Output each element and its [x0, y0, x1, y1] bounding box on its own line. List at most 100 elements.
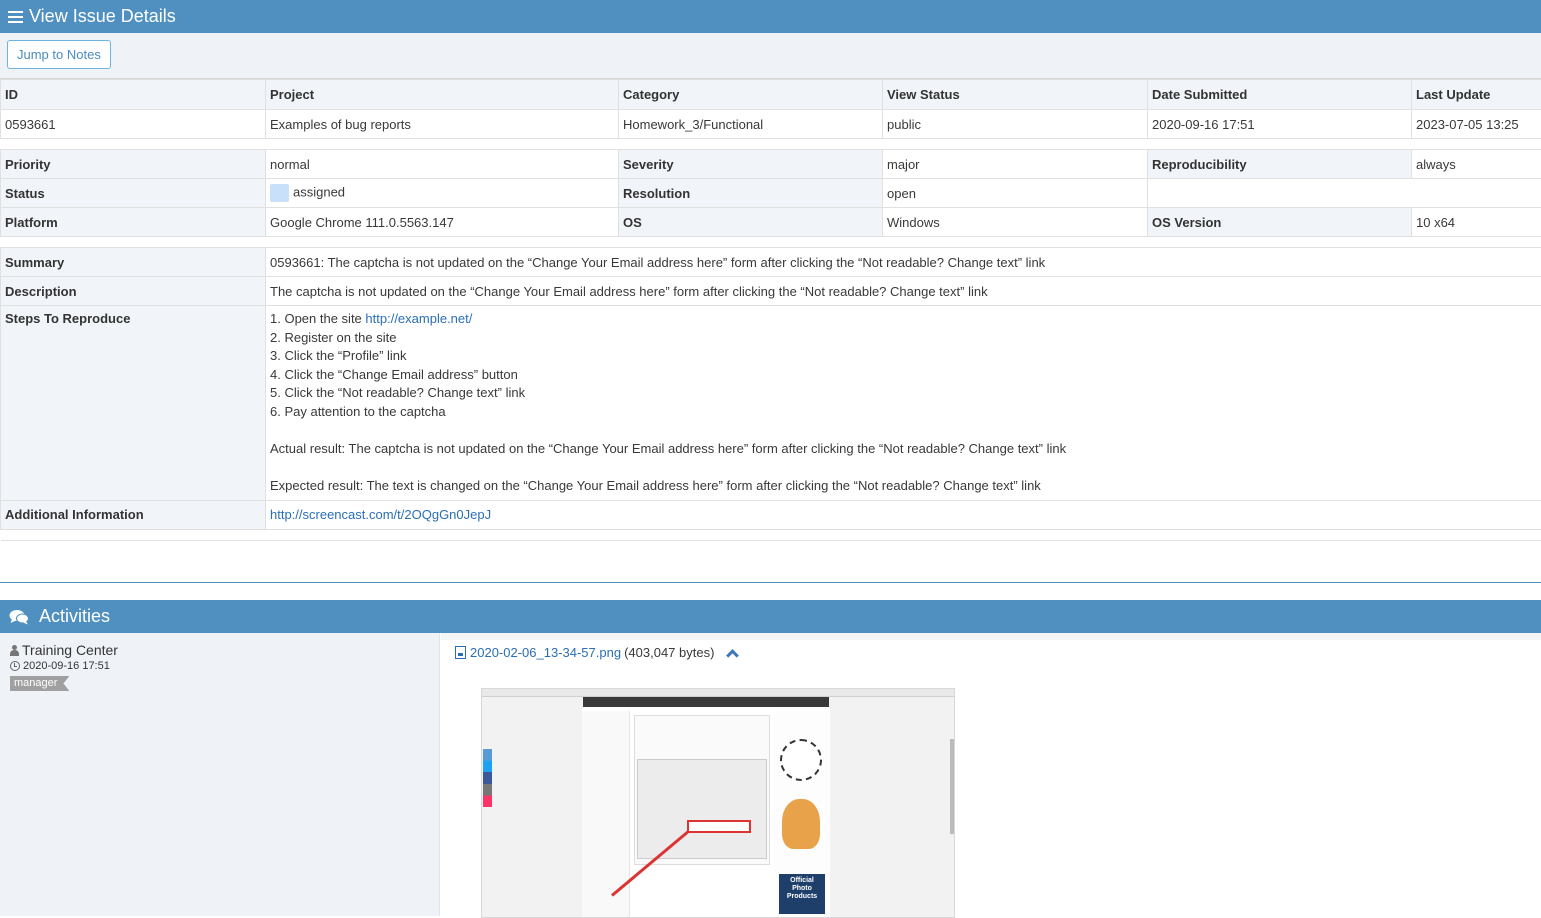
- platform-value: Google Chrome 111.0.5563.147: [266, 208, 619, 237]
- role-badge: manager: [10, 676, 69, 691]
- content-strip: [441, 633, 1541, 640]
- issue-table: ID Project Category View Status Date Sub…: [0, 79, 1541, 541]
- social-buttons: [483, 749, 492, 807]
- blank-line: [270, 422, 1537, 441]
- header-date-submitted: Date Submitted: [1148, 80, 1412, 110]
- author: Training Center: [10, 642, 429, 658]
- steps-label: Steps To Reproduce: [1, 306, 266, 501]
- actual-result: Actual result: The captcha is not update…: [270, 440, 1537, 459]
- step-5: 5. Click the “Not readable? Change text”…: [270, 384, 1537, 403]
- header-view-status: View Status: [883, 80, 1148, 110]
- header-project: Project: [266, 80, 619, 110]
- step-3: 3. Click the “Profile” link: [270, 347, 1537, 366]
- details-footer: [0, 541, 1541, 583]
- cat-image: [782, 799, 820, 849]
- summary-header-row: ID Project Category View Status Date Sub…: [1, 80, 1541, 110]
- issue-details-header: View Issue Details: [0, 0, 1541, 33]
- header-category: Category: [619, 80, 883, 110]
- image-file-icon: [455, 646, 466, 659]
- platform-label: Platform: [1, 208, 266, 237]
- steps-value: 1. Open the site http://example.net/ 2. …: [266, 306, 1541, 501]
- status-label: Status: [1, 179, 266, 208]
- user-icon: [10, 645, 19, 656]
- priority-row: Priority normal Severity major Reproduci…: [1, 150, 1541, 179]
- photo-line-3: Products: [779, 893, 825, 901]
- os-label: OS: [619, 208, 883, 237]
- photo-line-2: Photo: [779, 885, 825, 893]
- description-value: The captcha is not updated on the “Chang…: [266, 277, 1541, 306]
- os-version-label: OS Version: [1148, 208, 1412, 237]
- issue-view-status: public: [883, 110, 1148, 139]
- step-4: 4. Click the “Change Email address” butt…: [270, 366, 1537, 385]
- status-text: assigned: [293, 184, 345, 199]
- browser-bar: [482, 689, 954, 697]
- activity-date: 2020-09-16 17:51: [10, 660, 429, 672]
- activity-content: 2020-02-06_13-34-57.png (403,047 bytes) …: [441, 633, 1541, 916]
- example-site-link[interactable]: http://example.net/: [365, 311, 472, 326]
- status-value: assigned: [266, 179, 619, 208]
- issue-id: 0593661: [1, 110, 266, 139]
- photo-line-1: Official: [779, 877, 825, 885]
- divider: [1, 139, 1541, 150]
- priority-label: Priority: [1, 150, 266, 179]
- step-1-text: 1. Open the site: [270, 311, 365, 326]
- empty-cell: [1148, 179, 1541, 208]
- issue-project: Examples of bug reports: [266, 110, 619, 139]
- screencast-link[interactable]: http://screencast.com/t/2OQgGn0JepJ: [270, 507, 491, 522]
- additional-info-value: http://screencast.com/t/2OQgGn0JepJ: [266, 500, 1541, 529]
- summary-label: Summary: [1, 248, 266, 277]
- activity-author-panel: Training Center 2020-09-16 17:51 manager: [0, 633, 440, 916]
- attachment-preview-image[interactable]: Official Photo Products: [481, 688, 955, 918]
- additional-info-label: Additional Information: [1, 500, 266, 529]
- summary-row: Summary 0593661: The captcha is not upda…: [1, 248, 1541, 277]
- step-6: 6. Pay attention to the captcha: [270, 403, 1537, 422]
- divider: [1, 237, 1541, 248]
- reproducibility-label: Reproducibility: [1148, 150, 1412, 179]
- priority-value: normal: [266, 150, 619, 179]
- severity-value: major: [883, 150, 1148, 179]
- header-id: ID: [1, 80, 266, 110]
- description-row: Description The captcha is not updated o…: [1, 277, 1541, 306]
- clock-widget: [780, 739, 822, 781]
- blank-line: [270, 459, 1537, 478]
- activity-entry: Training Center 2020-09-16 17:51 manager…: [0, 633, 1541, 916]
- summary-value: 0593661: The captcha is not updated on t…: [266, 248, 1541, 277]
- attachment-line: 2020-02-06_13-34-57.png (403,047 bytes): [455, 645, 737, 660]
- expected-result: Expected result: The text is changed on …: [270, 477, 1537, 496]
- toolbar: Jump to Notes: [0, 33, 1541, 79]
- platform-row: Platform Google Chrome 111.0.5563.147 OS…: [1, 208, 1541, 237]
- resolution-value: open: [883, 179, 1148, 208]
- preview-scrollbar: [950, 739, 954, 834]
- header-last-update: Last Update: [1412, 80, 1541, 110]
- severity-label: Severity: [619, 150, 883, 179]
- summary-value-row: 0593661 Examples of bug reports Homework…: [1, 110, 1541, 139]
- issue-date-submitted: 2020-09-16 17:51: [1148, 110, 1412, 139]
- author-name: Training Center: [22, 642, 118, 658]
- issue-category: Homework_3/Functional: [619, 110, 883, 139]
- status-color-swatch: [270, 184, 289, 202]
- description-label: Description: [1, 277, 266, 306]
- resolution-label: Resolution: [619, 179, 883, 208]
- reproducibility-value: always: [1412, 150, 1541, 179]
- issue-last-update: 2023-07-05 13:25: [1412, 110, 1541, 139]
- activities-title: Activities: [39, 606, 110, 627]
- site-banner: [583, 697, 829, 707]
- attachment-link[interactable]: 2020-02-06_13-34-57.png: [470, 645, 621, 660]
- os-version-value: 10 x64: [1412, 208, 1541, 237]
- attachment-size: (403,047 bytes): [624, 645, 714, 660]
- comments-icon: [9, 609, 29, 625]
- clock-icon: [10, 661, 20, 671]
- steps-row: Steps To Reproduce 1. Open the site http…: [1, 306, 1541, 501]
- step-2: 2. Register on the site: [270, 329, 1537, 348]
- chevron-up-icon[interactable]: [727, 649, 740, 662]
- highlight-box: [687, 820, 751, 833]
- step-1: 1. Open the site http://example.net/: [270, 310, 1537, 329]
- status-row: Status assigned Resolution open: [1, 179, 1541, 208]
- activities-header: Activities: [0, 600, 1541, 633]
- official-photo-banner: Official Photo Products: [779, 874, 825, 914]
- additional-info-row: Additional Information http://screencast…: [1, 500, 1541, 529]
- jump-to-notes-button[interactable]: Jump to Notes: [7, 40, 111, 69]
- divider: [1, 529, 1541, 540]
- activity-date-text: 2020-09-16 17:51: [23, 660, 110, 672]
- os-value: Windows: [883, 208, 1148, 237]
